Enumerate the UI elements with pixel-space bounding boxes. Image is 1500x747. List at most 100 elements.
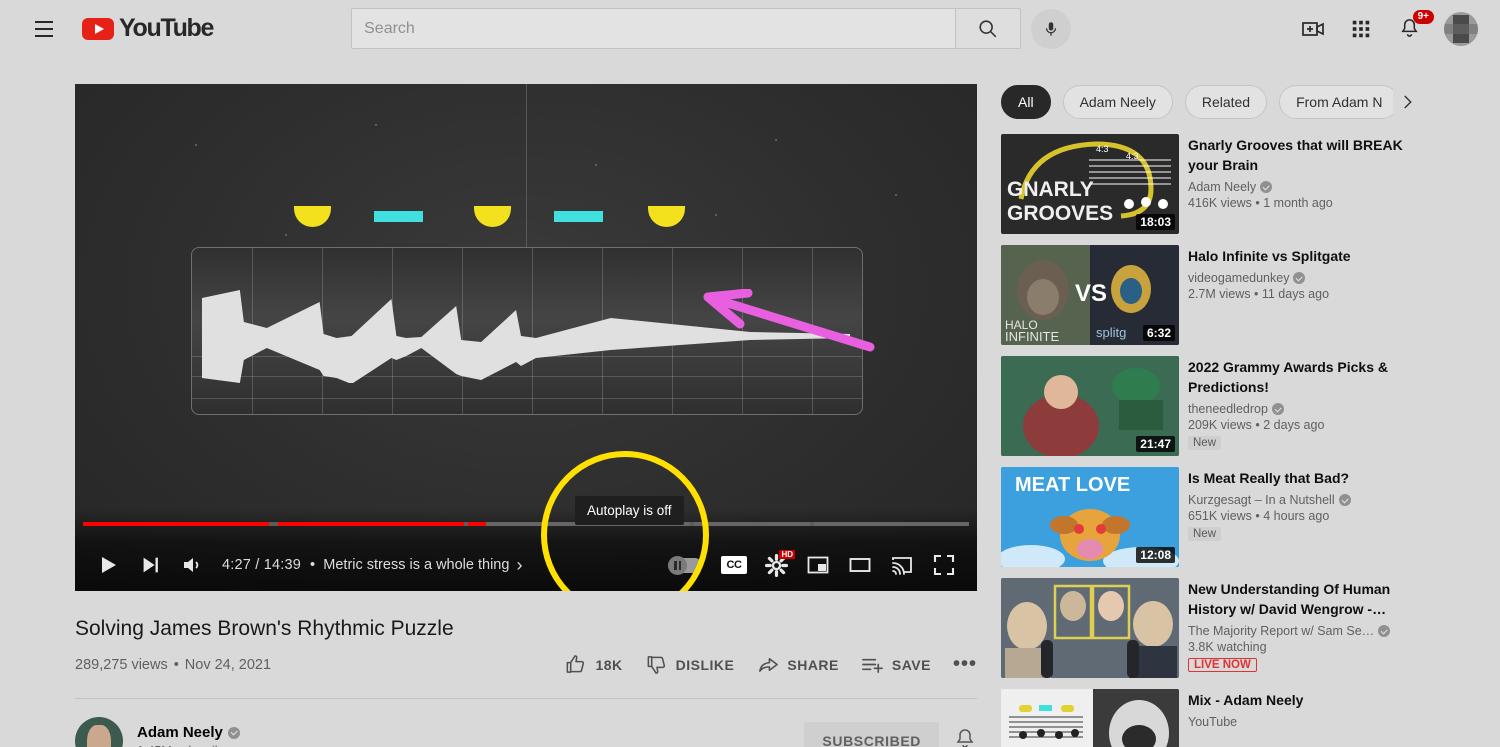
video-title: Halo Infinite vs Splitgate (1188, 248, 1351, 264)
more-actions-button[interactable]: ••• (953, 653, 977, 676)
center-guide-line (526, 84, 527, 264)
channel-avatar[interactable] (75, 717, 123, 747)
theater-mode-icon (849, 558, 871, 572)
thumbnail-art (1001, 578, 1179, 678)
video-thumbnail[interactable]: WHERE (1001, 689, 1179, 747)
search-icon (979, 19, 997, 37)
channel-name-row: videogamedunkey (1188, 271, 1351, 285)
chip-from-adam-neely[interactable]: From Adam N (1279, 85, 1400, 119)
channel-name: theneedledrop (1188, 402, 1268, 416)
svg-text:4:3: 4:3 (1096, 144, 1109, 154)
filter-chips: All Adam Neely Related From Adam N (1001, 84, 1421, 120)
top-header: YouTube Search 9+ (0, 0, 1500, 57)
video-thumbnail[interactable]: VS HALO INFINITE splitg 6:32 (1001, 245, 1179, 345)
primary-column: Autoplay is off 4:27 / 14:39 • Metric st… (75, 84, 977, 747)
channel-name: The Majority Report w/ Sam Se… (1188, 624, 1375, 638)
new-badge: New (1188, 436, 1222, 450)
subscribe-button[interactable]: SUBSCRIBED (804, 722, 939, 747)
next-video-icon (143, 557, 158, 573)
youtube-play-icon (82, 17, 114, 40)
time-separator: • (310, 557, 316, 573)
svg-text:splitg: splitg (1096, 325, 1126, 340)
video-title: Mix - Adam Neely (1188, 692, 1304, 708)
video-duration: 18:03 (1136, 214, 1175, 230)
channel-name: Adam Neely (137, 724, 223, 741)
miniplayer-icon (807, 556, 829, 574)
video-title: 2022 Grammy Awards Picks & Predictions! (1188, 359, 1389, 395)
chips-next-icon[interactable] (1393, 88, 1421, 116)
thumbs-up-icon (567, 655, 585, 673)
next-video-button[interactable] (129, 544, 171, 586)
video-player[interactable]: Autoplay is off 4:27 / 14:39 • Metric st… (75, 84, 977, 591)
svg-text:INFINITE: INFINITE (1005, 329, 1059, 344)
account-avatar[interactable] (1444, 11, 1478, 46)
channel-name-wrap[interactable]: Adam Neely (137, 724, 240, 741)
save-button[interactable]: SAVE (861, 653, 931, 676)
apps-grid-icon[interactable] (1348, 16, 1374, 42)
channel-row: Adam Neely 1.45M subscribers SUBSCRIBED (75, 717, 977, 747)
list-item[interactable]: MEAT LOVE 12:08 Is Meat Really that Bad?… (1001, 467, 1421, 567)
voice-search-button[interactable] (1031, 8, 1072, 49)
create-video-icon[interactable] (1300, 16, 1326, 42)
share-button[interactable]: SHARE (756, 653, 839, 676)
chip-related[interactable]: Related (1184, 85, 1268, 119)
autoplay-tooltip: Autoplay is off (575, 496, 684, 525)
list-item[interactable]: VS HALO INFINITE splitg 6:32 Halo Infini… (1001, 245, 1421, 345)
volume-icon (184, 558, 199, 572)
list-item[interactable]: New Understanding Of Human History w/ Da… (1001, 578, 1421, 678)
video-meta-row: 289,275 views • Nov 24, 2021 18K DISLIKE (75, 653, 977, 676)
volume-button[interactable] (171, 544, 213, 586)
video-duration: 6:32 (1142, 325, 1175, 341)
video-thumbnail[interactable]: MEAT LOVE 12:08 (1001, 467, 1179, 567)
page-content: Autoplay is off 4:27 / 14:39 • Metric st… (0, 57, 1500, 747)
video-thumbnail[interactable]: 4:3 4:3 GNARLY GROOVES 18:03 (1001, 134, 1179, 234)
cast-icon (892, 557, 912, 575)
notification-bell-icon[interactable] (953, 727, 977, 747)
video-title: Is Meat Really that Bad? (1188, 470, 1350, 486)
video-title: Gnarly Grooves that will BREAK your Brai… (1188, 137, 1403, 173)
video-thumbnail[interactable]: 21:47 (1001, 356, 1179, 456)
youtube-logo[interactable]: YouTube (82, 14, 214, 43)
search-area (351, 8, 1072, 49)
list-item[interactable]: 21:47 2022 Grammy Awards Picks & Predict… (1001, 356, 1421, 456)
channel-name: YouTube (1188, 715, 1238, 729)
chapter-arrow-icon[interactable]: › (516, 555, 522, 576)
svg-text:4:3: 4:3 (1126, 151, 1139, 161)
miniplayer-button[interactable] (797, 544, 839, 586)
play-icon (102, 557, 116, 573)
search-input[interactable] (364, 19, 944, 38)
microphone-icon (1045, 21, 1057, 36)
video-duration: 21:47 (1136, 436, 1175, 452)
save-label: SAVE (891, 656, 931, 673)
video-thumbnail[interactable] (1001, 578, 1179, 678)
recommended-videos-list: 4:3 4:3 GNARLY GROOVES 18:03 Gnarly Groo… (1001, 134, 1421, 747)
hamburger-menu-icon[interactable] (24, 9, 64, 49)
list-item[interactable]: WHERE Mix - Adam Neely YouTube (1001, 689, 1421, 747)
save-playlist-icon (861, 658, 883, 673)
list-item[interactable]: 4:3 4:3 GNARLY GROOVES 18:03 Gnarly Groo… (1001, 134, 1421, 234)
progress-bar[interactable] (83, 522, 969, 526)
chip-adam-neely[interactable]: Adam Neely (1062, 85, 1173, 119)
theater-mode-button[interactable] (839, 544, 881, 586)
settings-button[interactable]: HD (755, 544, 797, 586)
youtube-logo-text: YouTube (119, 14, 214, 42)
cast-button[interactable] (881, 544, 923, 586)
fullscreen-button[interactable] (923, 544, 965, 586)
channel-name: Adam Neely (1188, 180, 1257, 194)
verified-badge-icon (1260, 181, 1273, 193)
chip-all[interactable]: All (1001, 85, 1051, 119)
channel-name-row: Kurzgesagt – In a Nutshell (1188, 493, 1351, 507)
notifications-bell-icon[interactable]: 9+ (1396, 9, 1434, 42)
chapter-title[interactable]: Metric stress is a whole thing (323, 557, 509, 573)
notification-count-badge: 9+ (1412, 9, 1434, 24)
search-input-box[interactable] (351, 8, 956, 49)
search-button[interactable] (955, 8, 1022, 49)
svg-text:GNARLY: GNARLY (1007, 178, 1094, 201)
play-button[interactable] (87, 544, 129, 586)
channel-name: videogamedunkey (1188, 271, 1290, 285)
verified-badge-icon (1293, 272, 1306, 284)
captions-button[interactable]: CC (713, 544, 755, 586)
dislike-button[interactable]: DISLIKE (645, 653, 735, 676)
like-button[interactable]: 18K (564, 653, 622, 676)
time-display: 4:27 / 14:39 (222, 557, 301, 573)
